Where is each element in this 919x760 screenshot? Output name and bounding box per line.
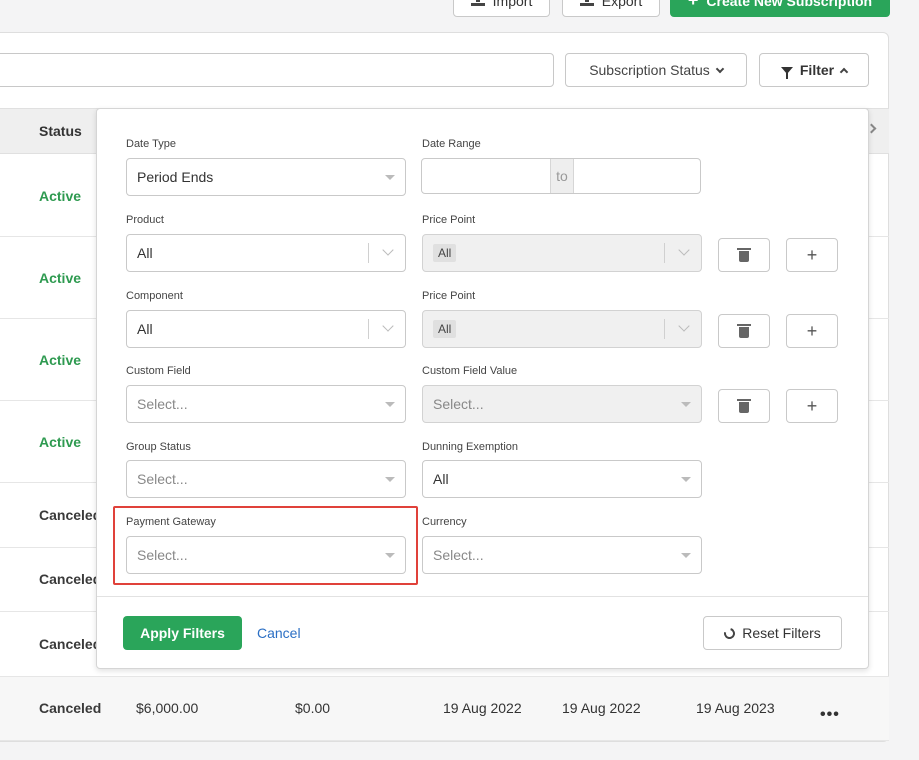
filter-button[interactable]: Filter	[759, 53, 869, 87]
plus-icon: +	[806, 395, 818, 416]
group-status-select[interactable]: Select...	[126, 460, 406, 498]
date-type-label: Date Type	[126, 138, 176, 150]
import-button[interactable]: Import	[453, 0, 550, 17]
price-point-label: Price Point	[422, 214, 476, 226]
add-component-button[interactable]: +	[786, 314, 838, 348]
search-input[interactable]	[0, 53, 554, 87]
custom-field-value-label: Custom Field Value	[422, 365, 518, 377]
reset-filters-label: Reset Filters	[742, 625, 821, 641]
caret-down-icon	[681, 477, 691, 482]
plus-icon: +	[806, 320, 818, 341]
payment-gateway-highlight	[113, 506, 418, 585]
reset-filters-button[interactable]: Reset Filters	[703, 616, 842, 650]
balance-cell: $0.00	[295, 700, 331, 716]
apply-filters-button[interactable]: Apply Filters	[123, 616, 242, 650]
status-cell: Canceled	[39, 571, 102, 587]
date-cell: 19 Aug 2022	[443, 700, 522, 716]
select-separator	[368, 319, 369, 339]
dunning-exemption-label: Dunning Exemption	[422, 441, 519, 453]
caret-down-icon	[385, 477, 395, 482]
caret-down-icon	[385, 175, 395, 180]
trash-icon	[737, 398, 751, 413]
filter-label: Filter	[799, 62, 835, 78]
delete-component-button[interactable]	[718, 314, 770, 348]
status-cell: Active	[39, 434, 82, 450]
trash-icon	[737, 247, 751, 262]
caret-down-icon	[385, 402, 395, 407]
dunning-exemption-select[interactable]: All	[422, 460, 702, 498]
select-separator	[664, 319, 665, 339]
delete-product-button[interactable]	[718, 238, 770, 272]
reset-icon	[722, 625, 738, 641]
status-cell: Active	[39, 352, 82, 368]
date-type-value: Period Ends	[137, 169, 214, 185]
currency-label: Currency	[422, 516, 467, 528]
component-value: All	[137, 321, 153, 337]
add-product-button[interactable]: +	[786, 238, 838, 272]
status-cell: Canceled	[39, 700, 102, 716]
cancel-link[interactable]: Cancel	[257, 625, 301, 641]
product-value: All	[137, 245, 153, 261]
create-label: Create New Subscription	[706, 0, 873, 9]
chevron-down-icon	[382, 320, 394, 332]
import-label: Import	[492, 0, 533, 9]
currency-select[interactable]: Select...	[422, 536, 702, 574]
component-label: Component	[126, 290, 183, 302]
delete-custom-field-button[interactable]	[718, 389, 770, 423]
chevron-up-icon	[839, 67, 849, 76]
caret-down-icon	[681, 402, 691, 407]
add-custom-field-button[interactable]: +	[786, 389, 838, 423]
funnel-icon	[780, 66, 793, 79]
trash-icon	[737, 323, 751, 338]
group-status-placeholder: Select...	[137, 471, 188, 487]
custom-field-value-select[interactable]: Select...	[422, 385, 702, 423]
panel-divider	[97, 596, 868, 597]
custom-field-label: Custom Field	[126, 365, 191, 377]
date-cell: 19 Aug 2022	[562, 700, 641, 716]
custom-field-value-placeholder: Select...	[433, 396, 484, 412]
status-cell: Active	[39, 188, 82, 204]
status-column-header[interactable]: Status	[39, 123, 82, 139]
subscription-status-dropdown[interactable]: Subscription Status	[565, 53, 747, 87]
date-range-to: to	[550, 159, 574, 193]
component-price-point-select[interactable]: All	[422, 310, 702, 348]
product-price-point-select[interactable]: All	[422, 234, 702, 272]
custom-field-placeholder: Select...	[137, 396, 188, 412]
price-point-chip: All	[433, 244, 457, 262]
component-select[interactable]: All	[126, 310, 406, 348]
product-select[interactable]: All	[126, 234, 406, 272]
select-separator	[664, 243, 665, 263]
product-label: Product	[126, 214, 164, 226]
date-cell: 19 Aug 2023	[696, 700, 775, 716]
chevron-down-icon	[678, 244, 690, 256]
create-subscription-button[interactable]: + Create New Subscription	[670, 0, 890, 17]
price-point-chip: All	[433, 320, 457, 338]
select-separator	[368, 243, 369, 263]
date-range-input[interactable]: to	[421, 158, 701, 194]
export-button[interactable]: Export	[562, 0, 660, 17]
group-status-label: Group Status	[126, 441, 191, 453]
chevron-down-icon	[678, 320, 690, 332]
status-cell: Canceled	[39, 507, 102, 523]
custom-field-select[interactable]: Select...	[126, 385, 406, 423]
status-cell: Active	[39, 270, 82, 286]
import-icon	[470, 0, 485, 6]
subscription-status-label: Subscription Status	[589, 62, 710, 78]
date-type-select[interactable]: Period Ends	[126, 158, 406, 196]
chevron-down-icon	[382, 244, 394, 256]
plus-icon: +	[687, 0, 699, 10]
status-cell: Canceled	[39, 636, 102, 652]
date-range-label: Date Range	[422, 138, 481, 150]
export-icon	[579, 0, 594, 6]
amount-cell: $6,000.00	[136, 700, 199, 716]
dunning-exemption-value: All	[433, 471, 449, 487]
plus-icon: +	[806, 244, 818, 265]
chevron-down-icon	[715, 64, 725, 73]
currency-placeholder: Select...	[433, 547, 484, 563]
price-point-label: Price Point	[422, 290, 476, 302]
row-actions-icon[interactable]: •••	[820, 707, 840, 723]
export-label: Export	[601, 0, 643, 9]
caret-down-icon	[681, 553, 691, 558]
